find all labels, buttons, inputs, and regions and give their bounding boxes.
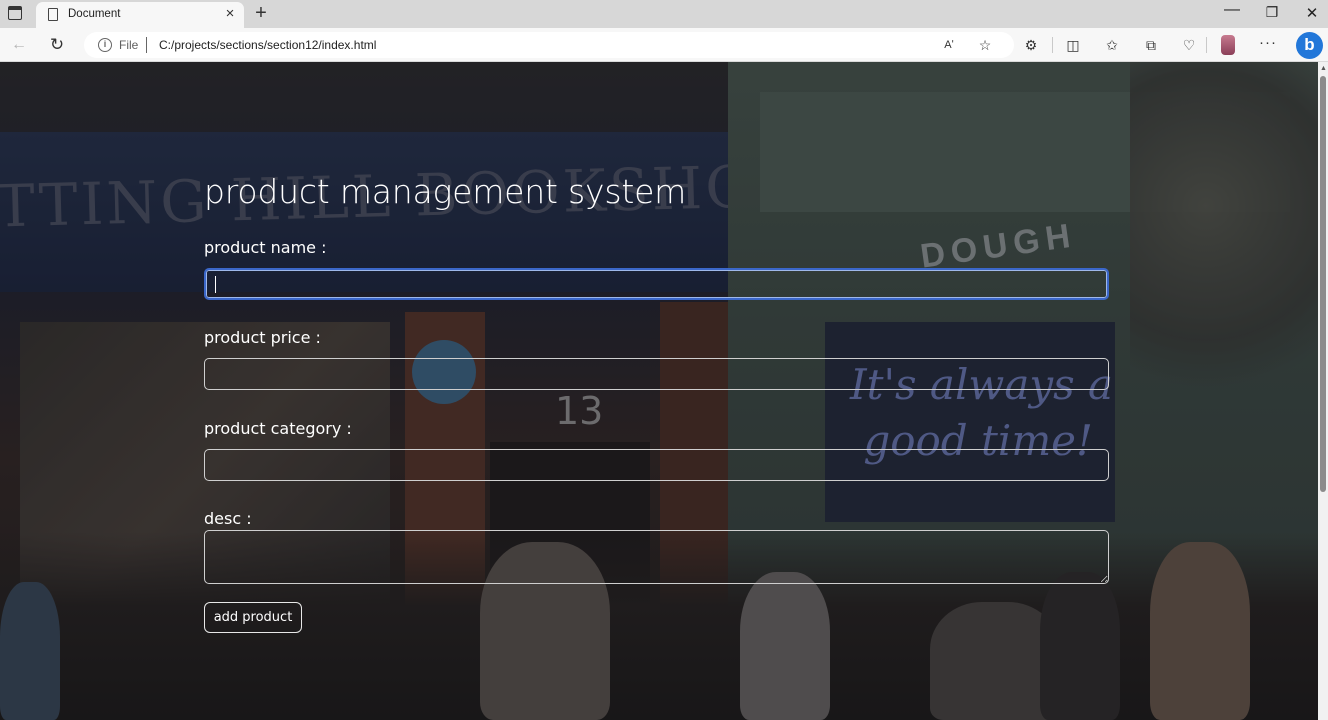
- product-category-label: product category :: [204, 419, 352, 438]
- address-bar[interactable]: i File C:/projects/sections/section12/in…: [84, 32, 1014, 58]
- product-name-input[interactable]: [204, 268, 1109, 300]
- collections-icon[interactable]: ⧉: [1142, 36, 1160, 54]
- browser-essentials-icon[interactable]: ♡: [1180, 36, 1198, 54]
- scrollbar-thumb[interactable]: [1320, 76, 1326, 492]
- tab-document[interactable]: Document ×: [36, 2, 244, 28]
- favorite-star-icon[interactable]: ☆: [976, 36, 994, 54]
- divider: [1052, 37, 1053, 53]
- product-price-input[interactable]: [204, 358, 1109, 390]
- close-window-button[interactable]: ✕: [1302, 4, 1322, 22]
- page-title: product management system: [204, 172, 687, 211]
- product-price-label: product price :: [204, 328, 321, 347]
- url-text[interactable]: C:/projects/sections/section12/index.htm…: [159, 38, 376, 52]
- divider: [146, 37, 147, 53]
- extensions-icon[interactable]: ⚙: [1022, 36, 1040, 54]
- divider: [1206, 37, 1207, 53]
- add-product-button[interactable]: add product: [204, 602, 302, 633]
- tab-title: Document: [68, 8, 121, 20]
- tab-strip: Document × + — ❐ ✕: [0, 0, 1328, 28]
- scheme-label: File: [119, 38, 139, 52]
- scroll-up-arrow-icon[interactable]: ▲: [1320, 65, 1327, 72]
- product-category-input[interactable]: [204, 449, 1109, 481]
- text-caret: [215, 276, 216, 293]
- reload-button[interactable]: ↻: [46, 34, 68, 56]
- favorites-icon[interactable]: ✩: [1103, 36, 1121, 54]
- restore-button[interactable]: ❐: [1262, 4, 1282, 21]
- info-icon[interactable]: i: [98, 38, 112, 52]
- page-icon: [48, 8, 58, 21]
- desc-label: desc :: [204, 509, 252, 528]
- read-aloud-icon[interactable]: Aʹ: [940, 36, 958, 54]
- desc-textarea[interactable]: [204, 530, 1109, 584]
- back-button[interactable]: ←: [8, 34, 30, 56]
- tab-actions-icon[interactable]: [8, 6, 22, 20]
- address-bar-row: ← ↻ i File C:/projects/sections/section1…: [0, 28, 1328, 62]
- bing-copilot-icon[interactable]: b: [1296, 32, 1323, 59]
- page-scrollbar[interactable]: ▲: [1318, 62, 1328, 720]
- minimize-button[interactable]: —: [1222, 1, 1242, 19]
- close-tab-icon[interactable]: ×: [222, 5, 238, 23]
- more-menu-icon[interactable]: ···: [1259, 34, 1277, 52]
- new-tab-button[interactable]: +: [251, 1, 271, 25]
- split-screen-icon[interactable]: ◫: [1064, 36, 1082, 54]
- profile-avatar[interactable]: [1221, 35, 1235, 55]
- page-viewport: TTING HILL BOOKSHOP 13 DOUGH It's always…: [0, 62, 1328, 720]
- background-photo: TTING HILL BOOKSHOP 13 DOUGH It's always…: [0, 62, 1318, 720]
- product-name-label: product name :: [204, 238, 327, 257]
